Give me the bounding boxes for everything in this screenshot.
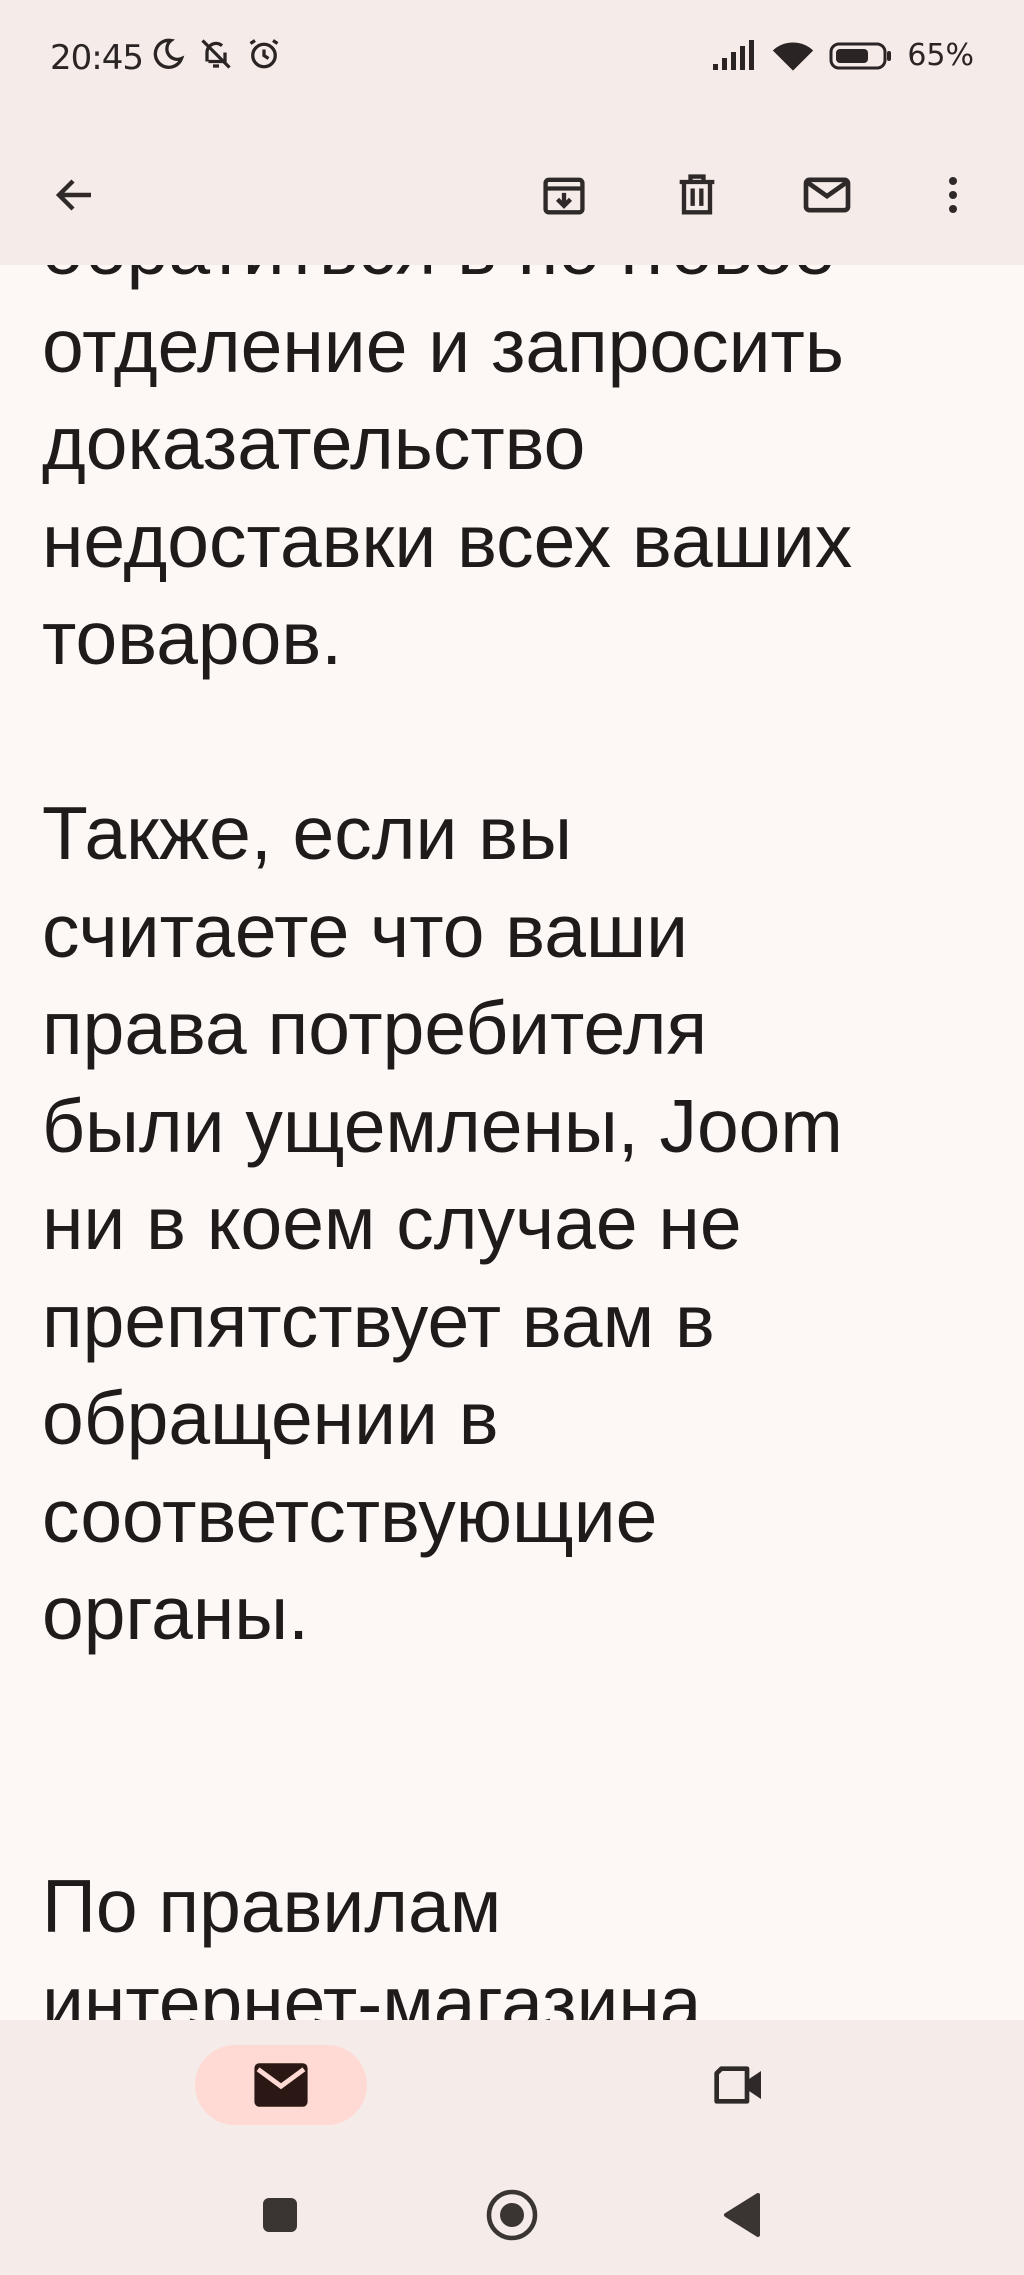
archive-button[interactable] <box>524 155 604 235</box>
status-time: 20:45 <box>50 38 144 78</box>
more-vert-icon <box>949 177 957 213</box>
paragraph: Также, если вы считаете что ваши права п… <box>42 785 1002 1663</box>
delete-icon <box>679 174 715 215</box>
signal-icon <box>713 39 755 70</box>
app-bar <box>0 120 1024 265</box>
status-right: 65% <box>711 38 974 73</box>
text-line: недоставки всех ваших <box>42 498 853 583</box>
home-button[interactable] <box>472 2175 552 2255</box>
system-back-button[interactable] <box>702 2175 782 2255</box>
text-line: соответствующие <box>42 1473 658 1558</box>
bottom-nav <box>0 2020 1024 2275</box>
message-body[interactable]: обратиться в почтовое отделение и запрос… <box>0 265 1024 2020</box>
status-bar: 20:45 65% <box>0 0 1024 120</box>
meet-tab[interactable] <box>700 2045 780 2125</box>
text-line: считаете что ваши <box>42 888 689 973</box>
text-line: товаров. <box>42 596 343 680</box>
paragraph: По правилам интернет-магазина <box>42 1858 1002 2021</box>
mark-unread-icon <box>803 177 851 213</box>
battery-icon <box>829 42 892 69</box>
text-line: ни в коем случае не <box>42 1181 742 1265</box>
message-text: обратиться в почтовое отделение и запрос… <box>42 265 1002 2020</box>
alarm-icon <box>249 39 279 69</box>
mail-icon <box>254 2063 308 2107</box>
text-line: отделение и запросить <box>42 303 844 388</box>
text-line: доказательство <box>42 401 586 485</box>
text-line: Также, если вы <box>42 791 572 875</box>
system-nav-bar <box>0 2170 1024 2260</box>
delete-button[interactable] <box>657 155 737 235</box>
more-options-button[interactable] <box>913 155 993 235</box>
text-line: интернет-магазина <box>42 1961 702 2020</box>
video-camera-icon <box>714 2066 761 2104</box>
text-line: права потребителя <box>42 986 708 1070</box>
status-left-icons <box>150 36 282 72</box>
text-line: По правилам <box>42 1863 502 1948</box>
battery-percent: 65% <box>907 38 974 73</box>
text-line: были ущемлены, Joom <box>42 1083 843 1168</box>
text-line: обращении в <box>42 1376 499 1460</box>
wifi-icon <box>773 41 814 71</box>
bell-off-icon <box>201 39 231 69</box>
text-line: обратиться в почтовое <box>42 265 1002 298</box>
archive-icon <box>543 177 585 215</box>
back-triangle-icon <box>724 2193 760 2237</box>
back-button[interactable] <box>35 155 115 235</box>
mail-tab[interactable] <box>195 2045 367 2125</box>
recents-square-icon <box>263 2198 297 2232</box>
text-line: органы. <box>42 1571 310 1655</box>
paragraph: обратиться в почтовое отделение и запрос… <box>42 265 1002 688</box>
recents-button[interactable] <box>240 2175 320 2255</box>
home-circle-icon <box>486 2189 538 2241</box>
text-line: препятствует вам в <box>42 1278 715 1363</box>
back-arrow-icon <box>55 179 91 211</box>
moon-icon <box>153 38 185 69</box>
mark-unread-button[interactable] <box>787 155 867 235</box>
